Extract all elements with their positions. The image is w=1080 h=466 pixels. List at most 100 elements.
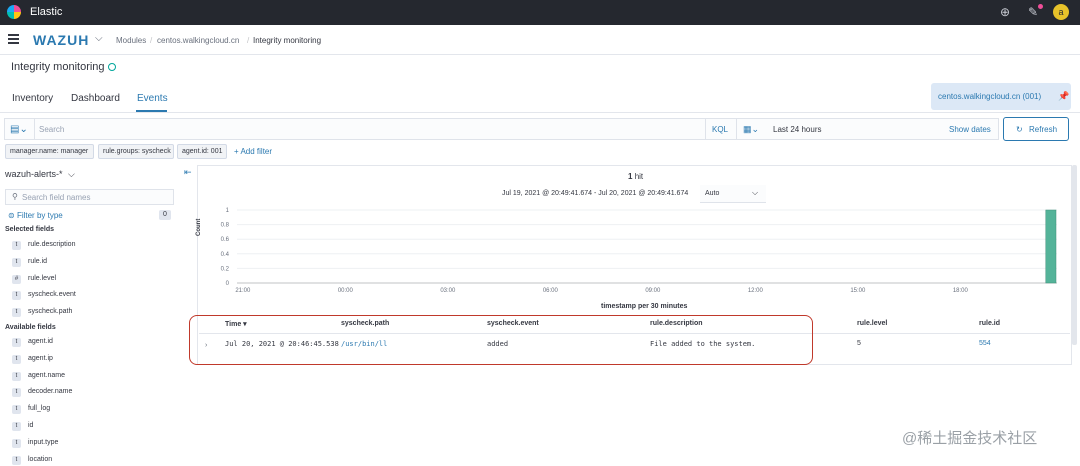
y-tick-label: 0.6 [221, 237, 230, 243]
query-bar [4, 118, 999, 140]
y-tick-label: 0.8 [221, 223, 230, 229]
page-title: Integrity monitoring [11, 61, 105, 73]
collapse-sidebar-icon[interactable]: ⇤ [184, 167, 192, 178]
histogram-chart: 0 0.2 0.4 0.6 0.8 1 21:00 00:00 03:00 06:00 09:00 1… [221, 208, 1057, 294]
filter-by-type-label: Filter by type [16, 211, 63, 220]
x-tick-label: 21:00 [235, 288, 251, 294]
field-name: agent.name [28, 371, 65, 379]
x-tick-label: 15:00 [850, 288, 866, 294]
chevron-down-icon[interactable]: ⌵ [95, 33, 103, 44]
scrollbar[interactable] [1072, 165, 1077, 345]
chart-x-label: timestamp per 30 minutes [601, 303, 688, 310]
annotation-highlight-box [189, 315, 813, 365]
x-tick-label: 09:00 [645, 288, 661, 294]
cell-rule-id[interactable]: 554 [979, 340, 991, 347]
breadcrumb-agent[interactable]: centos.walkingcloud.cn [157, 36, 239, 45]
field-name: rule.id [28, 257, 48, 265]
x-tick-label: 03:00 [440, 288, 456, 294]
interval-value: Auto [705, 190, 720, 197]
y-tick-label: 0.2 [221, 266, 230, 272]
watermark: @稀土掘金技术社区 [902, 430, 1038, 447]
hit-count-label: hit [634, 172, 644, 181]
info-icon[interactable] [108, 63, 116, 71]
refresh-label: Refresh [1029, 125, 1058, 134]
index-pattern-selector[interactable]: wazuh-alerts-* [5, 169, 63, 179]
show-dates-link[interactable]: Show dates [949, 125, 991, 134]
string-type-icon: t [12, 438, 21, 448]
available-fields-title: Available fields [5, 324, 56, 331]
elastic-logo-icon[interactable] [7, 5, 21, 19]
saved-query-icon[interactable]: ▤⌄ [10, 124, 28, 135]
agent-label: centos.walkingcloud.cn (001) [938, 92, 1042, 101]
filter-pill-agent-id[interactable]: agent.id: 001 [177, 144, 227, 159]
divider [705, 119, 706, 139]
divider [34, 119, 35, 139]
chevron-down-icon: ⌵ [752, 188, 759, 197]
breadcrumb-current: Integrity monitoring [253, 36, 322, 45]
filter-pill-rule-groups[interactable]: rule.groups: syscheck [98, 144, 174, 159]
help-icon[interactable]: ⊕ [1000, 5, 1010, 19]
filter-by-type-button[interactable]: ⊜ Filter by type [8, 211, 63, 220]
string-type-icon: t [12, 354, 21, 364]
search-icon: ⚲ [12, 192, 18, 201]
string-type-icon: t [12, 455, 21, 465]
string-type-icon: t [12, 308, 21, 318]
number-type-icon: # [12, 274, 21, 284]
user-avatar[interactable]: a [1053, 4, 1069, 20]
cell-rule-level: 5 [857, 340, 861, 347]
field-name: syscheck.event [28, 291, 76, 299]
column-header-rule-id[interactable]: rule.id [979, 320, 1000, 327]
agent-selector[interactable]: centos.walkingcloud.cn (001) 📌 [931, 83, 1071, 110]
y-tick-label: 0 [226, 281, 230, 287]
string-type-icon: t [12, 241, 21, 250]
string-type-icon: t [12, 371, 21, 381]
breadcrumb-modules[interactable]: Modules [116, 36, 146, 45]
string-type-icon: t [12, 422, 21, 431]
top-bar: Elastic ⊕ ✎ a [0, 0, 1080, 25]
y-tick-label: 1 [226, 208, 230, 214]
chevron-down-icon[interactable]: ⌵ [68, 169, 75, 180]
field-search-placeholder: Search field names [22, 193, 91, 202]
histogram-bar[interactable] [1045, 209, 1057, 284]
field-name: agent.id [28, 338, 53, 345]
field-name: rule.level [28, 274, 57, 282]
app-title: Elastic [30, 6, 63, 18]
tabs-divider [0, 112, 1080, 113]
x-tick-label: 12:00 [748, 288, 764, 294]
string-type-icon: t [12, 291, 21, 301]
time-range-display[interactable]: Last 24 hours [773, 125, 821, 134]
calendar-icon[interactable]: ▦⌄ [743, 124, 759, 135]
tab-events[interactable]: Events [137, 93, 168, 104]
selected-fields-title: Selected fields [5, 226, 55, 233]
notification-dot [1038, 4, 1043, 9]
app-header: WAZUH ⌵ Modules / centos.walkingcloud.cn… [0, 25, 1080, 55]
hit-count: 1 hit [628, 172, 643, 181]
filter-pill-manager[interactable]: manager.name: manager [5, 144, 94, 159]
refresh-button[interactable]: ↻ Refresh [1003, 117, 1069, 141]
y-tick-label: 0.4 [221, 252, 230, 258]
add-filter-button[interactable]: + Add filter [234, 147, 272, 156]
pin-icon[interactable]: 📌 [1058, 91, 1069, 102]
string-type-icon: t [12, 338, 21, 347]
string-type-icon: t [12, 388, 21, 398]
kql-toggle[interactable]: KQL [712, 125, 728, 134]
news-feed-icon[interactable]: ✎ [1028, 5, 1038, 19]
field-name: rule.description [28, 241, 76, 248]
field-name: decoder.name [28, 388, 73, 396]
breadcrumb-separator: / [150, 36, 153, 45]
field-search-input[interactable]: ⚲ Search field names [5, 189, 174, 205]
tab-dashboard[interactable]: Dashboard [71, 93, 120, 104]
time-range-text: Jul 19, 2021 @ 20:49:41.674 - Jul 20, 20… [502, 190, 689, 197]
x-tick-label: 06:00 [543, 288, 559, 294]
menu-icon[interactable] [8, 34, 19, 46]
tab-inventory[interactable]: Inventory [12, 93, 53, 104]
column-header-rule-level[interactable]: rule.level [857, 320, 887, 327]
field-name: id [28, 422, 34, 429]
breadcrumb-separator: / [247, 36, 250, 45]
search-input[interactable]: Search [39, 125, 64, 134]
wazuh-logo[interactable]: WAZUH [33, 32, 89, 48]
filter-count-badge: 0 [159, 210, 171, 220]
string-type-icon: t [12, 257, 21, 267]
divider [736, 119, 737, 139]
hit-count-value: 1 [628, 172, 633, 181]
